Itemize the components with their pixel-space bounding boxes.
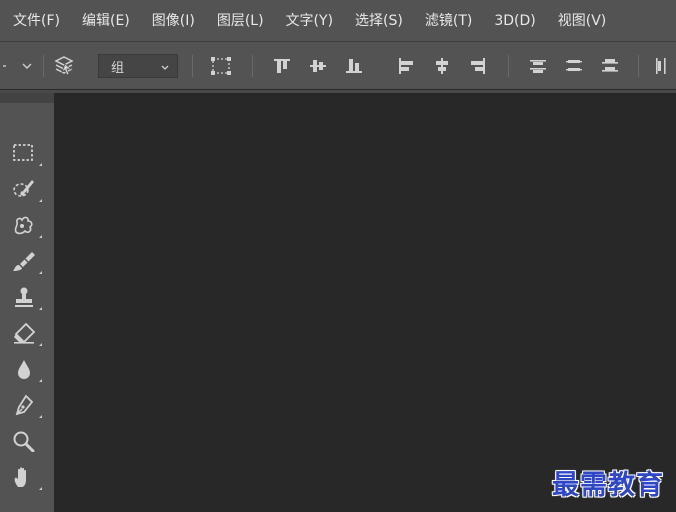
tool-group-indicator <box>39 271 42 274</box>
distribute-left-edges-icon[interactable] <box>648 43 674 89</box>
menu-layer[interactable]: 图层(L) <box>206 0 275 42</box>
transform-controls-icon[interactable] <box>206 43 236 89</box>
distribute-top-edges-icon[interactable] <box>524 43 552 89</box>
hand-icon[interactable] <box>10 463 42 491</box>
tool-group-indicator <box>39 415 42 418</box>
tools-panel <box>0 103 54 512</box>
menu-edit[interactable]: 编辑(E) <box>71 0 141 42</box>
menu-type[interactable]: 文字(Y) <box>275 0 344 42</box>
options-separator <box>192 55 193 77</box>
zoom-icon[interactable] <box>10 427 38 455</box>
toolbar-grip[interactable] <box>0 93 54 103</box>
options-separator <box>252 55 253 77</box>
blur-icon[interactable] <box>10 355 42 383</box>
align-right-edges-icon[interactable] <box>464 43 492 89</box>
menu-select[interactable]: 选择(S) <box>344 0 414 42</box>
menu-bar: 文件(F) 编辑(E) 图像(I) 图层(L) 文字(Y) 选择(S) 滤镜(T… <box>0 0 676 42</box>
options-bar: 组 <box>0 43 676 90</box>
pen-icon[interactable] <box>10 391 42 419</box>
quick-selection-icon[interactable] <box>10 175 42 203</box>
tool-group-indicator <box>39 379 42 382</box>
eraser-icon[interactable] <box>10 319 42 347</box>
rectangular-marquee-icon[interactable] <box>10 139 42 167</box>
align-left-edges-icon[interactable] <box>392 43 420 89</box>
spot-healing-brush-icon[interactable] <box>10 211 42 239</box>
distribute-bottom-edges-icon[interactable] <box>596 43 624 89</box>
menu-view[interactable]: 视图(V) <box>547 0 618 42</box>
watermark-logo: 最需教育 <box>552 470 664 501</box>
menu-3d[interactable]: 3D(D) <box>483 0 546 42</box>
brush-icon[interactable] <box>10 247 42 275</box>
options-separator <box>638 55 639 77</box>
tool-group-indicator <box>39 199 42 202</box>
options-separator <box>508 55 509 77</box>
tool-group-indicator <box>39 343 42 346</box>
align-bottom-edges-icon[interactable] <box>340 43 368 89</box>
document-workspace[interactable] <box>54 93 676 512</box>
chevron-down-icon <box>161 59 169 74</box>
align-top-edges-icon[interactable] <box>268 43 296 89</box>
tool-group-indicator <box>39 487 42 490</box>
menu-file[interactable]: 文件(F) <box>0 0 71 42</box>
tool-preset-arrow-icon[interactable] <box>0 43 14 89</box>
chevron-down-icon[interactable] <box>16 43 38 89</box>
layers-stack-icon[interactable] <box>50 43 78 89</box>
tool-group-indicator <box>39 235 42 238</box>
menu-image[interactable]: 图像(I) <box>141 0 206 42</box>
tool-group-indicator <box>39 307 42 310</box>
clone-stamp-icon[interactable] <box>10 283 42 311</box>
auto-select-dropdown[interactable]: 组 <box>98 54 178 78</box>
menu-filter[interactable]: 滤镜(T) <box>414 0 483 42</box>
photoshop-window: 文件(F) 编辑(E) 图像(I) 图层(L) 文字(Y) 选择(S) 滤镜(T… <box>0 0 676 512</box>
distribute-vertical-centers-icon[interactable] <box>560 43 588 89</box>
align-vertical-centers-icon[interactable] <box>304 43 332 89</box>
align-horizontal-centers-icon[interactable] <box>428 43 456 89</box>
tool-group-indicator <box>39 163 42 166</box>
auto-select-value: 组 <box>111 60 125 76</box>
options-separator <box>43 55 44 77</box>
